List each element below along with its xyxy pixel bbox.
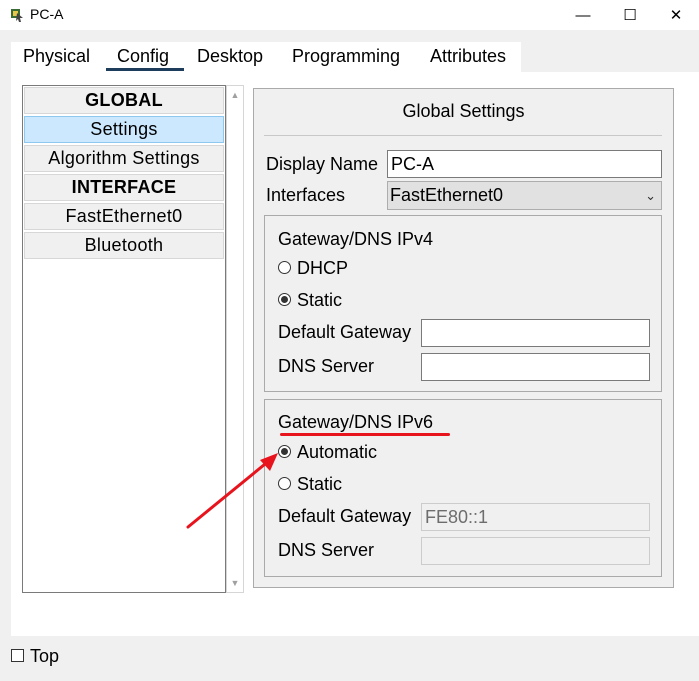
chevron-down-icon: ⌄ (645, 188, 656, 203)
interfaces-label: Interfaces (266, 185, 346, 205)
tab-programming[interactable]: Programming (292, 46, 400, 67)
annotation-arrow-icon (186, 453, 278, 529)
dhcp-label[interactable]: DHCP (297, 258, 348, 279)
scroll-up-icon[interactable]: ▲ (227, 88, 243, 102)
scroll-down-icon[interactable]: ▼ (227, 576, 243, 590)
interfaces-select[interactable]: FastEthernet0 ⌄ (387, 181, 662, 210)
window-title: PC-A (30, 6, 64, 22)
ipv6-dns-server-label: DNS Server (278, 540, 375, 560)
list-header-interface: INTERFACE (24, 174, 224, 201)
annotation-underline (280, 433, 450, 436)
display-name-label: Display Name (266, 154, 379, 174)
close-icon: ✕ (669, 7, 683, 24)
top-checkbox[interactable] (11, 649, 24, 662)
ipv6-static-label[interactable]: Static (297, 474, 342, 495)
packet-tracer-pc-icon (11, 9, 23, 22)
maximize-button[interactable]: ☐ (607, 0, 653, 30)
close-button[interactable]: ✕ (653, 0, 699, 30)
tab-attributes[interactable]: Attributes (430, 46, 506, 67)
ipv6-dns-server-input (421, 537, 650, 565)
tab-physical[interactable]: Physical (23, 46, 90, 67)
list-item-bluetooth[interactable]: Bluetooth (24, 232, 224, 259)
interfaces-select-value: FastEthernet0 (390, 185, 504, 205)
maximize-icon: ☐ (623, 7, 637, 24)
list-item-settings[interactable]: Settings (24, 116, 224, 143)
ipv4-default-gateway-input[interactable] (421, 319, 650, 347)
minimize-button[interactable]: — (560, 0, 606, 30)
ipv4-default-gateway-label: Default Gateway (278, 322, 412, 342)
list-item-fastethernet0[interactable]: FastEthernet0 (24, 203, 224, 230)
minimize-icon: — (575, 6, 591, 24)
ipv6-title: Gateway/DNS IPv6 (278, 412, 434, 432)
top-label[interactable]: Top (30, 646, 59, 667)
dhcp-radio[interactable] (278, 261, 291, 274)
ipv6-default-gateway-label: Default Gateway (278, 506, 412, 526)
global-settings-title: Global Settings (402, 101, 525, 121)
ipv4-dns-server-label: DNS Server (278, 356, 375, 376)
ipv6-automatic-label[interactable]: Automatic (297, 442, 377, 463)
ipv4-title: Gateway/DNS IPv4 (278, 229, 434, 249)
ipv4-static-radio[interactable] (278, 293, 291, 306)
tab-config[interactable]: Config (117, 46, 169, 67)
title-bar: PC-A — ☐ ✕ (0, 0, 699, 30)
ipv4-dns-server-input[interactable] (421, 353, 650, 381)
ipv6-default-gateway-input: FE80::1 (421, 503, 650, 531)
tab-desktop[interactable]: Desktop (197, 46, 263, 67)
display-name-input[interactable]: PC-A (387, 150, 662, 178)
ipv4-static-label[interactable]: Static (297, 290, 342, 311)
list-header-global: GLOBAL (24, 87, 224, 114)
divider (264, 135, 662, 136)
active-tab-indicator (106, 68, 184, 71)
list-item-algorithm-settings[interactable]: Algorithm Settings (24, 145, 224, 172)
